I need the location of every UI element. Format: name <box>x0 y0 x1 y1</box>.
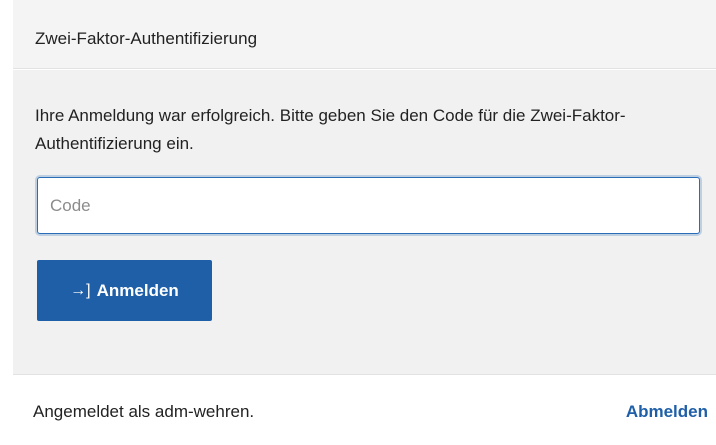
card-title: Zwei-Faktor-Authentifizierung <box>35 29 258 48</box>
info-message: Ihre Anmeldung war erfolgreich. Bitte ge… <box>35 106 626 153</box>
logged-in-status: Angemeldet als adm-wehren. <box>33 402 255 421</box>
card-footer: Angemeldet als adm-wehren. Abmelden <box>13 374 716 445</box>
logout-link[interactable]: Abmelden <box>626 402 708 422</box>
login-button-label: Anmelden <box>96 280 179 300</box>
card-header: Zwei-Faktor-Authentifizierung <box>13 0 716 69</box>
code-input[interactable] <box>37 177 700 234</box>
card-body: Ihre Anmeldung war erfolgreich. Bitte ge… <box>13 70 716 374</box>
sign-in-icon: →] <box>70 281 91 299</box>
login-button[interactable]: →] Anmelden <box>37 260 212 321</box>
two-factor-card: Zwei-Faktor-Authentifizierung Ihre Anmel… <box>13 0 716 445</box>
